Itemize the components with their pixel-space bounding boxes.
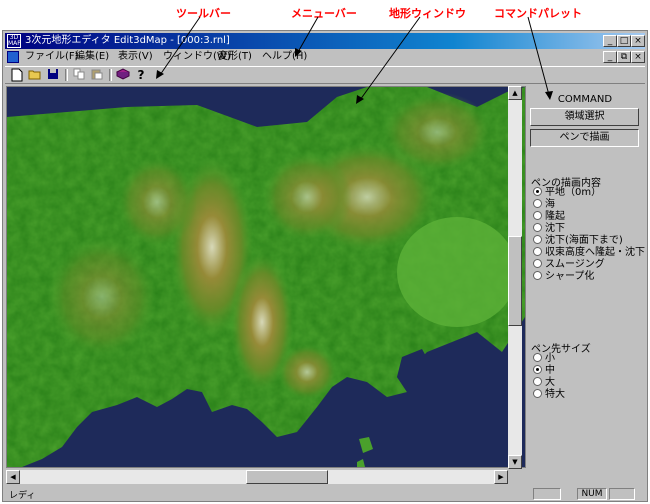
arrow-command-palette: [527, 16, 550, 96]
arrow-menubar: [297, 16, 319, 53]
arrowhead: [295, 48, 302, 57]
arrowhead: [545, 91, 553, 100]
arrow-toolbar: [159, 16, 201, 76]
annotation-arrows: [156, 16, 553, 104]
arrow-terrain-window: [359, 16, 421, 101]
